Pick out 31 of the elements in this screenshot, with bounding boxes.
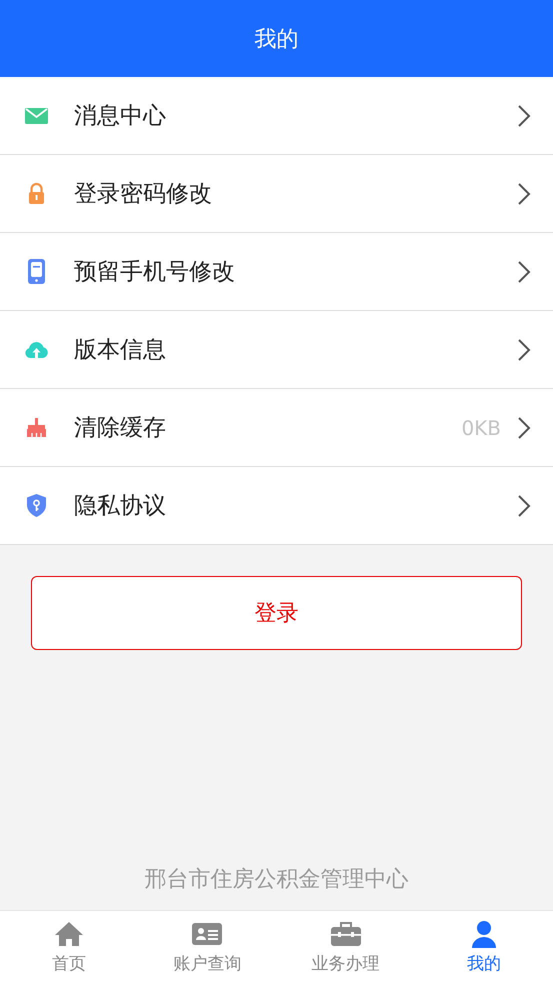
tab[interactable]: 首页 <box>0 911 138 984</box>
chevron-right-icon <box>517 182 531 206</box>
cache-size: 0KB <box>461 416 501 440</box>
menu-item[interactable]: 登录密码修改 <box>0 155 553 233</box>
page-title: 我的 <box>254 26 298 54</box>
tab[interactable]: 账户查询 <box>138 911 276 984</box>
tab[interactable]: 我的 <box>414 911 553 984</box>
menu-label: 预留手机号修改 <box>74 258 236 287</box>
chevron-right-icon <box>517 104 531 128</box>
id-card-icon <box>192 920 222 948</box>
tab[interactable]: 业务办理 <box>276 911 415 984</box>
organization-name: 邢台市住房公积金管理中心 <box>144 866 408 894</box>
chevron-right-icon <box>517 416 531 440</box>
broom-icon <box>24 415 49 440</box>
menu-label: 隐私协议 <box>74 492 167 521</box>
chevron-right-icon <box>517 260 531 284</box>
chevron-right-icon <box>517 494 531 518</box>
shield-icon <box>24 493 49 518</box>
menu-item[interactable]: 预留手机号修改 <box>0 233 553 311</box>
menu-label: 清除缓存 <box>74 414 167 443</box>
home-icon <box>54 920 84 948</box>
menu-label: 登录密码修改 <box>74 180 213 209</box>
menu-item[interactable]: 消息中心 <box>0 77 553 155</box>
login-button[interactable]: 登录 <box>31 576 522 650</box>
briefcase-icon <box>330 920 361 948</box>
menu-item[interactable]: 清除缓存 0KB <box>0 389 553 467</box>
menu-item[interactable]: 版本信息 <box>0 311 553 389</box>
menu-label: 消息中心 <box>74 102 167 131</box>
menu-item[interactable]: 隐私协议 <box>0 467 553 545</box>
menu-label: 版本信息 <box>74 336 167 365</box>
chevron-right-icon <box>517 338 531 362</box>
